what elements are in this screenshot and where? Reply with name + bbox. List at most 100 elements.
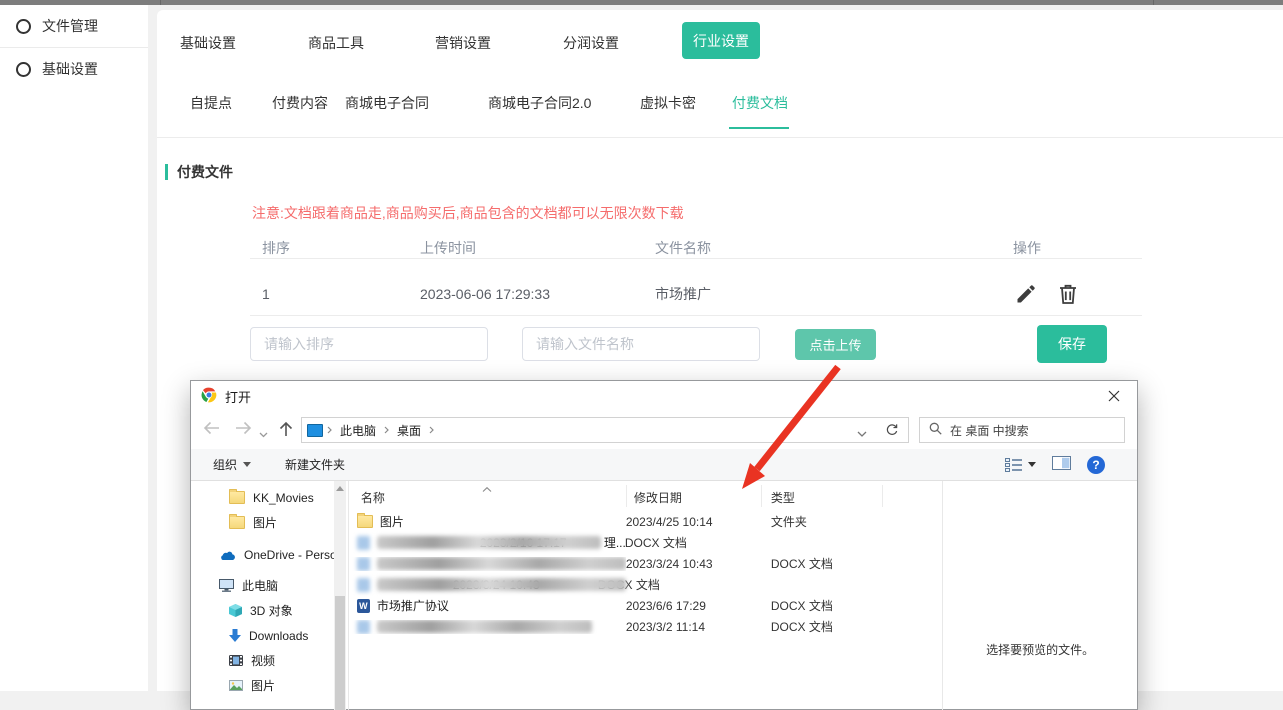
delete-icon[interactable] <box>1055 281 1081 307</box>
close-icon[interactable] <box>1099 385 1129 407</box>
address-dropdown-chevron-icon[interactable] <box>857 427 867 441</box>
notice-text: 注意:文档跟着商品走,商品购买后,商品包含的文档都可以无限次数下载 <box>252 203 684 223</box>
recent-locations-chevron-icon[interactable] <box>259 425 268 443</box>
subtab-virtual-card[interactable]: 虚拟卡密 <box>640 93 696 113</box>
breadcrumb-desktop[interactable]: 桌面 <box>391 422 427 439</box>
file-row[interactable]: 图片 2023/4/25 10:14 文件夹 <box>349 511 944 532</box>
tree-item-this-pc[interactable]: 此电脑 <box>191 573 348 598</box>
up-icon[interactable] <box>279 421 293 442</box>
file-date: 2023/4/25 10:14 <box>626 515 761 529</box>
dialog-title-bar[interactable]: 打开 <box>191 381 1137 411</box>
file-row-redacted[interactable]: 2023/3/24 10:43 DOCX 文档 <box>349 574 944 595</box>
preview-pane-toggle[interactable] <box>1052 456 1071 473</box>
file-date: 2023/3/24 10:43 <box>626 557 761 571</box>
tree-item-pictures-folder[interactable]: 图片 <box>191 510 348 535</box>
tab-industry-settings-active[interactable]: 行业设置 <box>682 22 760 59</box>
tree-item-label: KK_Movies <box>253 491 314 505</box>
forward-icon[interactable] <box>235 421 252 440</box>
sidebar-item-file-management[interactable]: 文件管理 <box>0 5 148 48</box>
table-row: 1 2023-06-06 17:29:33 市场推广 <box>262 280 1081 308</box>
subtab-paid-content[interactable]: 付费内容 <box>272 93 328 113</box>
address-bar[interactable]: 此电脑 桌面 <box>301 417 876 443</box>
back-icon[interactable] <box>203 421 220 440</box>
scrollbar-thumb[interactable] <box>335 596 345 710</box>
preview-pane-icon <box>1052 456 1071 470</box>
col-header-date-modified[interactable]: 修改日期 <box>634 489 682 506</box>
tree-scrollbar[interactable] <box>334 481 346 710</box>
dialog-toolbar: 组织 新建文件夹 ? <box>191 449 1137 481</box>
folder-icon <box>229 491 245 504</box>
col-header-type[interactable]: 类型 <box>771 489 795 506</box>
breadcrumb-this-pc[interactable]: 此电脑 <box>334 422 382 439</box>
col-header-name[interactable]: 名称 <box>361 489 385 506</box>
tree-item-label: 图片 <box>253 514 277 531</box>
sidebar-item-label: 基础设置 <box>42 59 98 79</box>
file-row-redacted[interactable]: 2023/3/24 10:43 DOCX 文档 <box>349 553 944 574</box>
tree-item-videos[interactable]: 视频 <box>191 648 348 673</box>
redacted-name-blur <box>377 578 626 591</box>
view-mode-dropdown[interactable] <box>1005 458 1036 472</box>
3d-objects-icon <box>229 604 242 617</box>
search-placeholder: 在 桌面 中搜索 <box>950 422 1029 439</box>
section-title: 付费文件 <box>177 162 233 182</box>
file-name-input[interactable] <box>522 327 760 361</box>
tree-item-kk-movies[interactable]: KK_Movies <box>191 485 348 510</box>
sort-ascending-icon <box>482 481 492 495</box>
new-folder-button[interactable]: 新建文件夹 <box>285 456 345 473</box>
edit-icon[interactable] <box>1013 281 1039 307</box>
breadcrumb-chevron-icon <box>327 426 332 434</box>
dropdown-caret-icon <box>243 462 251 467</box>
organize-label: 组织 <box>213 456 237 473</box>
onedrive-cloud-icon <box>219 549 236 560</box>
file-type: DOCX 文档 <box>761 597 921 614</box>
this-pc-icon <box>219 579 234 592</box>
col-header-upload-time: 上传时间 <box>420 238 655 258</box>
cell-order: 1 <box>262 286 420 302</box>
radio-circle-icon <box>16 62 31 77</box>
column-separator[interactable] <box>882 485 883 507</box>
table-divider <box>250 258 1142 259</box>
section-accent-bar <box>165 164 168 180</box>
videos-icon <box>229 655 243 666</box>
topbar-divider <box>160 0 161 5</box>
tree-item-label: OneDrive - Perso <box>244 548 337 562</box>
subtab-mall-econtract[interactable]: 商城电子合同 <box>345 93 429 113</box>
column-separator[interactable] <box>761 485 762 507</box>
subtab-pickup-point[interactable]: 自提点 <box>190 93 232 113</box>
redacted-file-icon <box>357 557 370 571</box>
redacted-name-blur <box>377 557 626 570</box>
tree-item-3d-objects[interactable]: 3D 对象 <box>191 598 348 623</box>
col-header-action: 操作 <box>1013 238 1213 258</box>
tree-item-onedrive[interactable]: OneDrive - Perso <box>191 542 348 567</box>
tab-product-tools[interactable]: 商品工具 <box>308 33 364 53</box>
preview-pane: 选择要预览的文件。 <box>942 481 1137 710</box>
save-button[interactable]: 保存 <box>1037 325 1107 363</box>
browser-top-strip <box>0 0 1283 5</box>
topbar-divider <box>1153 0 1154 5</box>
subtab-mall-econtract-2[interactable]: 商城电子合同2.0 <box>488 93 591 113</box>
file-row-redacted[interactable]: 2023/3/2 11:14 DOCX 文档 <box>349 616 944 637</box>
file-open-dialog: 打开 此电脑 桌面 <box>190 380 1138 710</box>
toolbar-view-controls: ? <box>1005 449 1105 480</box>
file-row[interactable]: W市场推广协议 2023/6/6 17:29 DOCX 文档 <box>349 595 944 616</box>
organize-dropdown[interactable]: 组织 <box>213 456 251 473</box>
redacted-file-icon <box>357 620 370 634</box>
sidebar-item-basic-settings[interactable]: 基础设置 <box>0 48 148 90</box>
refresh-button[interactable] <box>875 417 909 443</box>
tab-basic-settings[interactable]: 基础设置 <box>180 33 236 53</box>
tab-marketing-settings[interactable]: 营销设置 <box>435 33 491 53</box>
tree-item-downloads[interactable]: Downloads <box>191 623 348 648</box>
help-icon[interactable]: ? <box>1087 456 1105 474</box>
tree-item-pictures[interactable]: 图片 <box>191 673 348 698</box>
file-row-redacted[interactable]: 理... 2023/2/16 17:17 DOCX 文档 <box>349 532 944 553</box>
search-box[interactable]: 在 桌面 中搜索 <box>919 417 1125 443</box>
order-input[interactable] <box>250 327 488 361</box>
desktop-location-icon <box>307 424 323 437</box>
redacted-name-blur <box>377 536 601 549</box>
scroll-up-icon <box>336 486 344 491</box>
upload-button[interactable]: 点击上传 <box>795 329 876 360</box>
subtab-paid-docs-active[interactable]: 付费文档 <box>732 93 788 113</box>
column-separator[interactable] <box>626 485 627 507</box>
file-type: DOCX 文档 <box>615 534 775 551</box>
tab-profit-settings[interactable]: 分润设置 <box>563 33 619 53</box>
